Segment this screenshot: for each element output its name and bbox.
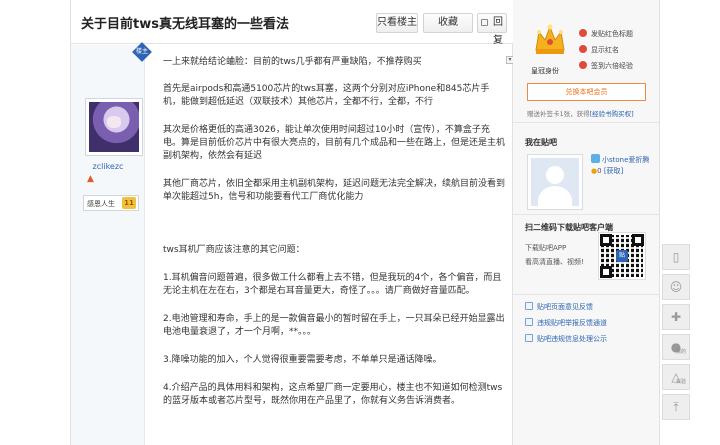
get-coins-link[interactable]: [获取] [604,167,623,175]
reply-icon [481,19,488,26]
report-link[interactable]: 违规贴吧举报反馈通道 [525,318,607,328]
perk-label: 签到六倍经验 [591,62,633,70]
phone-icon: ▯ [672,250,680,264]
thread-titlebar: 关于目前tws真无线耳塞的一些看法 只看楼主 收藏 回复 [71,0,513,46]
feedback-link-label: 贴吧页面意见反馈 [537,303,593,311]
buqian-text: 赠送补签卡1张，获得 [527,110,590,118]
my-username[interactable]: 小stone爱折腾 [591,154,649,165]
reply-button-label: 回复 [493,17,503,46]
reply-button[interactable]: 回复 [477,13,507,46]
qr-finder-icon [600,234,612,246]
perk-label: 显示红名 [591,46,619,54]
member-flame-icon: ▲ [87,174,94,184]
profile-sub-label: 我的 [676,349,687,355]
qr-finder-icon [632,234,644,246]
feedback-link[interactable]: 贴吧页面意见反馈 [525,302,593,312]
my-avatar[interactable] [527,154,583,210]
post-content: 一上来就给结论蛐脸：目前的tws几乎都有严重缺陷，不推荐购买 首先是airpod… [163,56,505,408]
perk-label: 发贴红色标题 [591,30,633,38]
level-badge-icon [591,154,600,163]
red-title-icon [579,29,587,37]
op-badge: 楼主 [132,42,152,62]
author-level-name: 感恩人生 [87,200,115,208]
perk-six-exp: 签到六倍经验 [579,61,633,71]
exchange-vip-button[interactable]: 兑换本吧会员 [527,83,646,101]
my-bar-title: 我在贴吧 [525,138,557,147]
post-paragraph: 1.耳机偏音问题普遍，很多做工什么都看上去不错，但是我玩的4个，各个偏音，而且无… [163,273,502,296]
post-paragraph: tws耳机厂商应该注意的其它问题： [163,245,305,255]
op-badge-label: 楼主 [135,47,149,55]
feedback-icon [525,302,533,310]
post-paragraph: 其他厂商芯片，依旧全都采用主机副机架构，延迟问题无法完全解决，续航目前没看到单次… [163,179,506,202]
app-line-1: 下载贴吧APP [525,244,567,252]
post-paragraph: 其次是价格更低的高通3026，能让单次使用时间超过10小时（宣传），不算盒子充电… [163,125,506,161]
post-paragraph: 2.电池管理和寿命，手上的是一款偏音最小的暂时留在手上，一只耳朵已经开始显露出电… [163,314,505,337]
favorite-button[interactable]: 收藏 [423,13,473,33]
identity-label: 皇冠身份 [531,67,559,75]
app-download-title: 扫二维码下载贴吧客户端 [525,223,613,232]
post-main-column: 关于目前tws真无线耳塞的一些看法 只看楼主 收藏 回复 zclikezc ▲ … [70,0,514,445]
lab-float-button[interactable]: △ 实验 [662,364,690,390]
perk-red-title: 发贴红色标题 [579,29,633,39]
right-sidebar: 皇冠身份 发贴红色标题 显示红名 签到六倍经验 兑换本吧会员 赠送补签卡1张，获… [513,0,660,445]
my-coins-value: 0 [597,167,602,175]
violation-notice-link[interactable]: 贴吧违规信息处理公示 [525,334,607,344]
exp-book-link[interactable]: [经验书购买权] [590,110,634,118]
author-level-number: 11 [122,197,136,209]
add-float-button[interactable]: ✚ [662,304,690,330]
notice-icon [525,334,533,342]
emoji-float-button[interactable]: ☺ [662,274,690,300]
smiley-icon: ☺ [669,280,683,294]
only-op-button[interactable]: 只看楼主 [376,13,418,33]
my-profile-float-button[interactable]: ● 我的 [662,334,690,360]
report-link-label: 违规贴吧举报反馈通道 [537,319,607,327]
author-username[interactable]: zclikezc [71,162,145,171]
lab-sub-label: 实验 [676,379,687,385]
sign-exp-icon [579,61,587,69]
post-paragraph: 首先是airpods和高通5100芯片的tws耳塞，这两个分别对应iPhone和… [163,84,490,107]
back-to-top-button[interactable]: ⤒ [662,394,690,420]
arrow-up-icon: ⤒ [673,400,679,414]
report-icon [525,318,533,326]
qr-finder-icon [600,266,612,278]
author-avatar-image [89,102,139,152]
qr-tieba-logo: 贴 [616,250,628,262]
buqian-card-note: 赠送补签卡1张，获得[经验书购买权] [527,108,634,118]
perk-red-name: 显示红名 [579,45,619,55]
app-download-float-button[interactable]: ▯ [662,244,690,270]
app-line-2: 看高清直播、视频! [525,258,584,266]
post-paragraph: 一上来就给结论蛐脸：目前的tws几乎都有严重缺陷，不推荐购买 [163,57,422,67]
default-avatar-icon [531,158,579,206]
author-avatar[interactable] [85,98,143,156]
red-name-icon [579,45,587,53]
my-coins: ●0 [获取] [591,166,623,176]
crown-icon [535,24,565,54]
thread-title: 关于目前tws真无线耳塞的一些看法 [81,17,289,32]
author-level-badge[interactable]: 感恩人生 11 [83,195,139,211]
violation-notice-link-label: 贴吧违规信息处理公示 [537,335,607,343]
plus-icon: ✚ [670,310,682,324]
post-paragraph: 3.降噪功能的加入，个人觉得很重要需要考虑，不单单只是通话降噪。 [163,355,442,365]
post-paragraph: 4.介绍产品的具体用料和架构，这点希望厂商一定要用心，楼主也不知道如何检测tws… [163,383,503,406]
page: 关于目前tws真无线耳塞的一些看法 只看楼主 收藏 回复 zclikezc ▲ … [70,0,660,445]
my-username-text: 小stone爱折腾 [602,156,650,164]
author-panel: zclikezc ▲ 感恩人生 11 [71,45,145,445]
